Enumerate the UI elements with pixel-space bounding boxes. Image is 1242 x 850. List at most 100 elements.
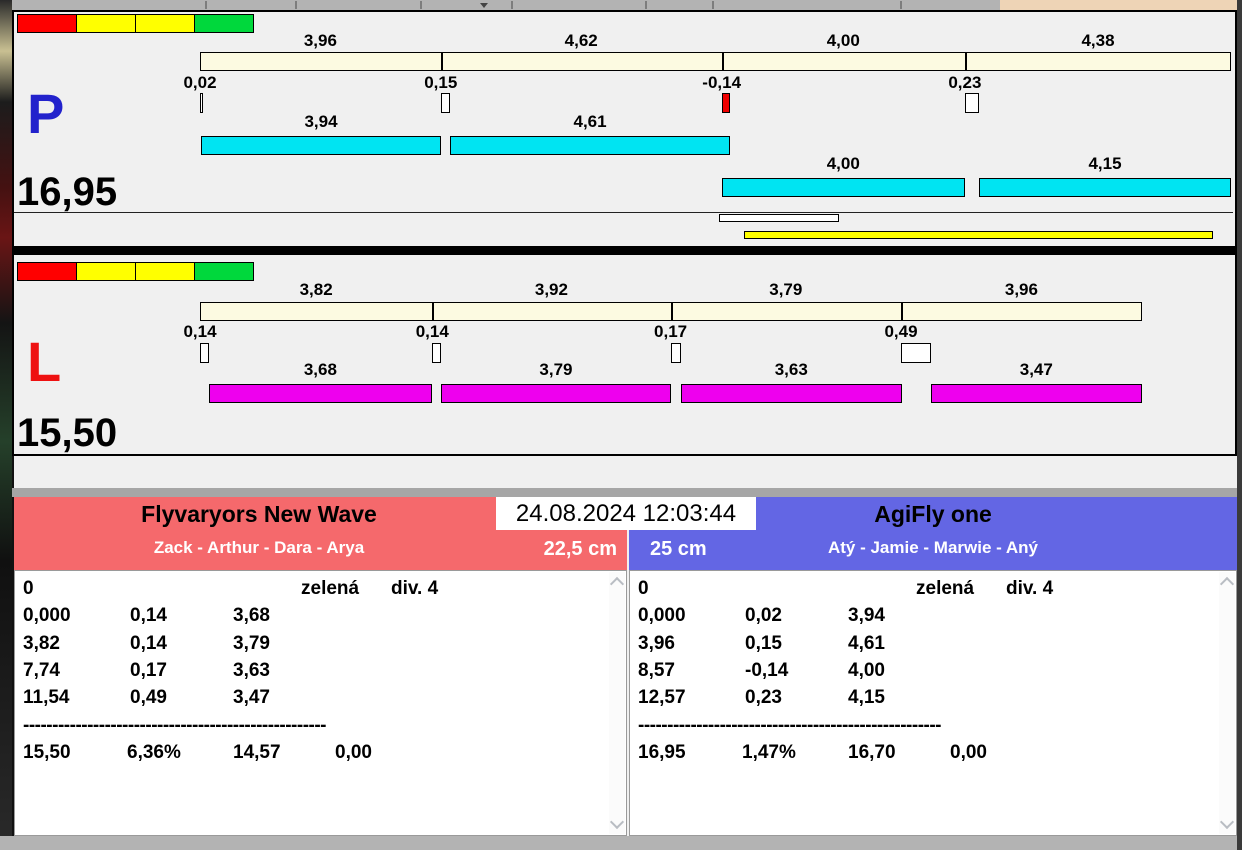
aux-bar-0 (719, 214, 839, 222)
run-time-label: 3,94 (304, 112, 338, 131)
jump-height: 25 cm (650, 538, 707, 560)
split-boundary-divider (440, 53, 443, 70)
scroll-up-icon[interactable] (609, 576, 625, 592)
result-cell: 15,50 (23, 741, 71, 763)
result-cell: -0,14 (745, 659, 789, 681)
result-row: 0 zelená div. 4 (15, 575, 626, 602)
traffic-light (17, 262, 254, 281)
change-time-marker (901, 343, 931, 363)
change-time-marker (670, 343, 681, 363)
result-cell: 0,000 (23, 605, 71, 627)
result-cell: 3,79 (233, 632, 270, 654)
change-time-marker (964, 93, 979, 113)
lane-panel-p: P 16,95 3,96 0,02 4,62 0,15 4,00 -0,14 4,38 0,23 3… (12, 10, 1237, 253)
toolbar-divider (511, 1, 513, 9)
result-scrollbar[interactable] (609, 572, 625, 834)
lane-total-time: 16,95 (17, 170, 118, 214)
result-cell: 0,17 (130, 659, 167, 681)
result-cell: 3,63 (233, 659, 270, 681)
traffic-light (17, 14, 254, 33)
traffic-light-segment-3 (194, 14, 254, 33)
result-row: 16,95 1,47% 16,70 0,00 (630, 739, 1236, 766)
toolbar-divider (420, 1, 422, 9)
separator-line (14, 212, 1233, 213)
scroll-down-icon[interactable] (609, 814, 625, 830)
aux-bar-1 (744, 231, 1213, 239)
change-time-label: 0,02 (183, 73, 217, 92)
teams-separator-band (12, 488, 1237, 497)
change-time-label: 0,23 (948, 73, 982, 92)
split-segment-label: 3,92 (534, 280, 568, 299)
result-cell: 0,02 (745, 605, 782, 627)
run-time-bar (201, 136, 441, 155)
flyball-timing-app: P 16,95 3,96 0,02 4,62 0,15 4,00 -0,14 4,38 0,23 3… (0, 0, 1242, 850)
split-segment-label: 4,00 (826, 31, 860, 50)
result-cell: 6,36% (127, 741, 181, 763)
result-cell: 0,00 (950, 741, 987, 763)
traffic-light-segment-2 (135, 14, 195, 33)
result-cell: zelená (301, 578, 360, 599)
split-segment-label: 4,38 (1081, 31, 1115, 50)
result-row: ----------------------------------------… (630, 712, 1236, 739)
toolbar-divider (295, 1, 297, 9)
split-segment-label: 3,79 (769, 280, 803, 299)
result-cell: 0,14 (130, 632, 167, 654)
result-cell: 0 (23, 578, 34, 599)
traffic-light-segment-1 (76, 262, 136, 281)
result-row: ----------------------------------------… (15, 712, 626, 739)
split-segment-label: 3,96 (303, 31, 337, 50)
split-boundary-divider (964, 53, 967, 70)
change-time-label: 0,14 (415, 322, 449, 341)
run-time-label: 4,61 (573, 112, 607, 131)
result-area-right[interactable]: 0 zelená div. 4 0,000 0,02 3,94 3,96 0,15 4,61 8,… (629, 570, 1237, 836)
result-row: 7,74 0,17 3,63 (15, 657, 626, 684)
run-time-label: 3,68 (303, 360, 337, 379)
change-time-label: 0,49 (884, 322, 918, 341)
traffic-light-segment-0 (17, 14, 77, 33)
result-cell: 3,68 (233, 605, 270, 627)
split-segment-label: 3,82 (299, 280, 333, 299)
result-cell: 0 (638, 578, 649, 599)
toolbar-divider (645, 1, 647, 9)
result-row: 15,50 6,36% 14,57 0,00 (15, 739, 626, 766)
lane-letter-p: P (27, 82, 65, 145)
result-cell: 16,95 (638, 741, 686, 763)
scroll-up-icon[interactable] (1219, 576, 1235, 592)
traffic-light-segment-0 (17, 262, 77, 281)
result-cell: 3,47 (233, 687, 270, 709)
result-row: 3,96 0,15 4,61 (630, 630, 1236, 657)
result-cell: 4,00 (848, 659, 885, 681)
result-cell: 1,47% (742, 741, 796, 763)
result-area-left[interactable]: 0 zelená div. 4 0,000 0,14 3,68 3,82 0,14 3,79 7,… (14, 570, 627, 836)
timestamp: 24.08.2024 12:03:44 (496, 497, 756, 530)
change-time-label: -0,14 (702, 73, 742, 92)
run-time-label: 4,00 (826, 154, 860, 173)
result-row: 12,57 0,23 4,15 (630, 684, 1236, 711)
result-cell: 3,82 (23, 632, 60, 654)
result-cell: zelená (916, 578, 975, 599)
result-cell: 12,57 (638, 687, 686, 709)
result-cell: 4,61 (848, 632, 885, 654)
result-separator: ----------------------------------------… (23, 714, 327, 736)
result-row: 0,000 0,14 3,68 (15, 602, 626, 629)
result-cell: 8,57 (638, 659, 675, 681)
result-row: 3,82 0,14 3,79 (15, 630, 626, 657)
result-cell: div. 4 (391, 578, 439, 599)
run-time-bar (721, 178, 965, 197)
run-time-bar (930, 384, 1142, 403)
change-time-marker (432, 343, 441, 363)
split-segment-label: 3,96 (1004, 280, 1038, 299)
result-separator: ----------------------------------------… (638, 714, 942, 736)
background-window-edge (1000, 0, 1238, 10)
jump-height: 22,5 cm (543, 538, 617, 560)
scroll-down-icon[interactable] (1219, 814, 1235, 830)
result-cell: 7,74 (23, 659, 60, 681)
run-time-bar (208, 384, 433, 403)
result-scrollbar[interactable] (1219, 572, 1235, 834)
result-cell: div. 4 (1006, 578, 1054, 599)
run-time-bar (449, 136, 731, 155)
result-cell: 3,96 (638, 632, 675, 654)
result-row: 0 zelená div. 4 (630, 575, 1236, 602)
toolbar-divider (900, 1, 902, 9)
toolbar-divider (712, 1, 714, 9)
